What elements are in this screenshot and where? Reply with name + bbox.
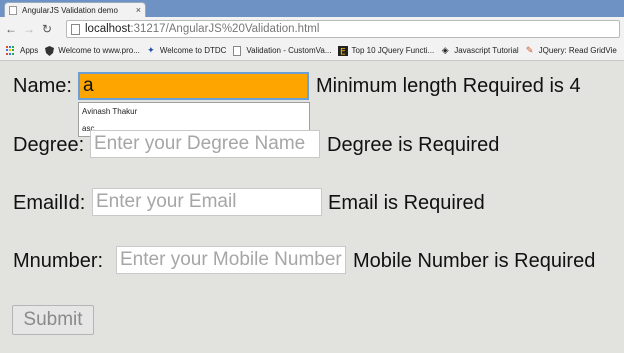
bookmark-label: Apps [20,46,39,55]
bookmark-item[interactable]: Validation - CustomVa... [232,45,332,56]
bookmark-apps[interactable]: Apps [6,45,39,56]
mobile-input[interactable] [116,246,346,274]
apps-icon [6,45,16,56]
blog-icon: ✎ [525,45,534,55]
email-input[interactable] [92,188,322,216]
forward-arrow-icon[interactable]: → [22,22,36,36]
reload-icon[interactable]: ↻ [40,22,54,36]
browser-toolbar: ← → ↻ localhost:31217/AngularJS%20Valida… [0,17,624,41]
bookmark-label: Welcome to www.pro... [58,46,140,55]
bookmarks-bar: Apps Welcome to www.pro... ✦ Welcome to … [0,41,624,61]
degree-error-message: Degree is Required [327,134,500,156]
autocomplete-option[interactable]: Avinash Thakur [79,103,309,120]
email-label: EmailId: [13,192,86,214]
browser-tab[interactable]: AngularJS Validation demo × [4,2,146,17]
diamond-icon: ◈ [441,45,449,55]
name-input[interactable] [78,72,309,100]
submit-button[interactable]: Submit [12,305,94,335]
degree-input[interactable] [90,130,320,158]
tab-strip: AngularJS Validation demo × [0,0,624,17]
bookmark-label: Top 10 JQuery Functi... [351,46,435,55]
bookmark-item[interactable]: ✎ JQuery: Read GridVie [525,45,617,56]
bookmark-item[interactable]: ◈ Javascript Tutorial [440,45,519,56]
page-favicon-icon [9,5,17,15]
address-bar[interactable]: localhost:31217/AngularJS%20Validation.h… [66,20,620,38]
page-icon [232,45,242,56]
url-host: localhost [85,23,131,35]
name-label: Name: [13,75,72,97]
bookmark-item[interactable]: Welcome to www.pro... [44,45,140,56]
url-path: :31217/AngularJS%20Validation.html [130,23,320,35]
shield-icon [44,45,54,56]
svg-text:E: E [340,47,346,56]
bookmark-label: JQuery: Read GridVie [538,46,617,55]
tab-title: AngularJS Validation demo [22,5,118,15]
bookmark-label: Welcome to DTDC [159,46,227,55]
degree-label: Degree: [13,134,85,156]
bookmark-item[interactable]: E Top 10 JQuery Functi... [337,45,435,56]
mobile-error-message: Mobile Number is Required [353,250,596,272]
tab-close-icon[interactable]: × [136,5,141,15]
back-arrow-icon[interactable]: ← [4,22,18,36]
runner-icon: ✦ [147,45,155,55]
bookmark-item[interactable]: ✦ Welcome to DTDC [146,45,227,56]
bookmark-label: Javascript Tutorial [454,46,519,55]
name-error-message: Minimum length Required is 4 [316,75,581,97]
email-error-message: Email is Required [328,192,485,214]
e-icon: E [337,45,348,56]
bookmark-label: Validation - CustomVa... [246,46,332,55]
page-icon [71,23,80,35]
mobile-label: Mnumber: [13,250,104,272]
page-content: Name: Minimum length Required is 4 Avina… [0,62,624,353]
